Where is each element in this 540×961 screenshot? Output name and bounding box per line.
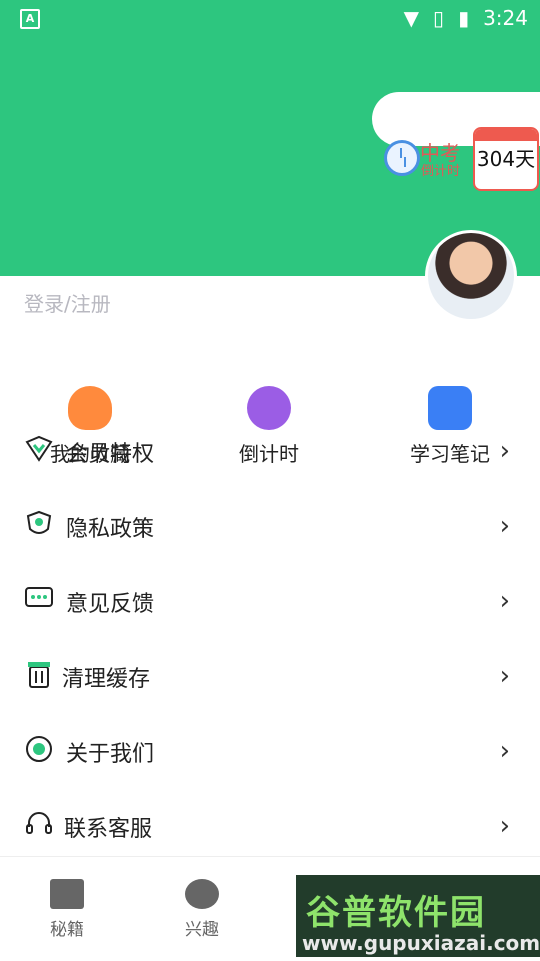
vip-diamond-icon	[25, 435, 53, 462]
menu-label: 关于我们	[66, 742, 155, 767]
tab-label: 兴趣	[185, 920, 219, 940]
menu-item-contact[interactable]: 联系客服 ›	[0, 797, 540, 853]
trash-icon	[28, 662, 50, 688]
menu-item-privacy[interactable]: 隐私政策 ›	[0, 497, 540, 553]
chevron-right-icon: ›	[499, 511, 510, 541]
status-time: 3:24	[483, 6, 528, 30]
wifi-icon: ▼	[403, 6, 420, 30]
menu-item-feedback[interactable]: 意见反馈 ›	[0, 572, 540, 628]
menu-label: 联系客服	[64, 817, 153, 842]
menu-label: 意见反馈	[66, 592, 155, 617]
menu-item-vip[interactable]: 会员特权 ›	[0, 422, 540, 478]
tab-interests[interactable]: 兴趣	[142, 879, 262, 940]
chevron-right-icon: ›	[499, 436, 510, 466]
chevron-right-icon: ›	[499, 736, 510, 766]
watermark: 谷普软件园 www.gupuxiazai.com	[296, 875, 540, 957]
menu-label: 会员特权	[66, 442, 155, 467]
chevron-right-icon: ›	[499, 586, 510, 616]
feedback-icon	[25, 587, 53, 607]
tab-secrets[interactable]: 秘籍	[7, 879, 127, 940]
status-bar: A ▼ ▯ ▮ 3:24	[0, 0, 540, 36]
countdown-subtitle: 倒计时	[421, 164, 461, 179]
headset-icon	[26, 812, 52, 834]
menu-item-clear-cache[interactable]: 清理缓存 ›	[0, 647, 540, 703]
app-icon: A	[20, 9, 40, 29]
chevron-right-icon: ›	[499, 661, 510, 691]
menu-item-about[interactable]: 关于我们 ›	[0, 722, 540, 778]
watermark-title: 谷普软件园	[306, 893, 486, 933]
battery-icon: ▮	[458, 6, 470, 30]
tab-label: 秘籍	[50, 920, 84, 940]
calendar-icon: 304天	[473, 127, 539, 191]
menu-label: 清理缓存	[62, 667, 151, 692]
watermark-url: www.gupuxiazai.com	[302, 931, 540, 955]
countdown-days: 304天	[476, 147, 536, 171]
avatar[interactable]	[425, 230, 517, 322]
sim-icon: ▯	[433, 6, 445, 30]
clock-icon	[384, 140, 420, 176]
menu-label: 隐私政策	[66, 517, 155, 542]
chat-bubble-icon	[185, 879, 219, 909]
status-icons: ▼ ▯ ▮ 3:24	[404, 6, 528, 30]
shield-icon	[26, 510, 52, 534]
login-register-link[interactable]: 登录/注册	[24, 288, 111, 317]
info-icon	[26, 736, 52, 762]
book-icon	[50, 879, 84, 909]
chevron-right-icon: ›	[499, 811, 510, 841]
